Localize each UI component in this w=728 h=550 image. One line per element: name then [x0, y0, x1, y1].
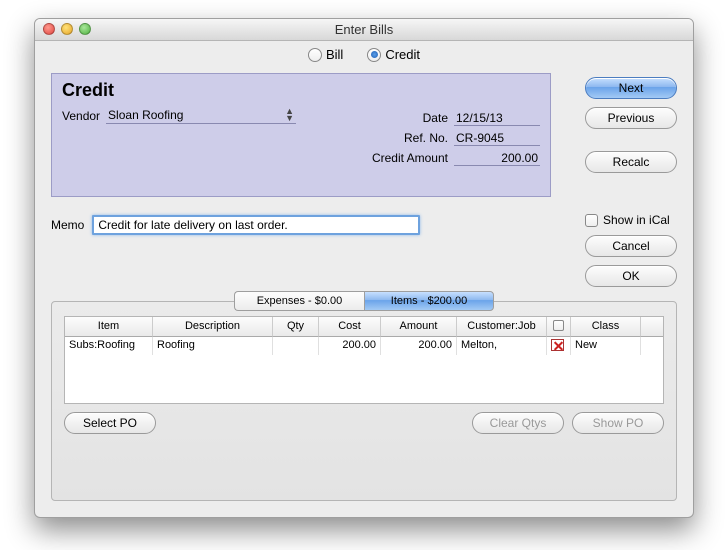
minimize-icon[interactable] [61, 23, 73, 35]
select-po-button[interactable]: Select PO [64, 412, 156, 434]
th-amount[interactable]: Amount [381, 317, 457, 337]
next-button[interactable]: Next [585, 77, 677, 99]
radio-on-icon [367, 48, 381, 62]
checkbox-icon [553, 320, 564, 331]
cell-billable[interactable] [547, 337, 571, 355]
bill-radio-label: Bill [326, 47, 343, 62]
memo-input[interactable] [92, 215, 420, 235]
checkbox-icon [585, 214, 598, 227]
show-in-ical-label: Show in iCal [603, 213, 670, 227]
memo-label: Memo [51, 218, 84, 232]
th-qty[interactable]: Qty [273, 317, 319, 337]
radio-off-icon [308, 48, 322, 62]
updown-arrows-icon: ▲▼ [285, 108, 294, 122]
cell-qty[interactable] [273, 337, 319, 355]
bill-radio[interactable]: Bill [308, 47, 343, 62]
th-cost[interactable]: Cost [319, 317, 381, 337]
vendor-select[interactable]: Sloan Roofing ▲▼ [106, 107, 296, 124]
th-customer[interactable]: Customer:Job [457, 317, 547, 337]
credit-panel-title: Credit [62, 80, 540, 101]
not-billable-icon [551, 339, 564, 351]
cell-customer[interactable]: Melton, [457, 337, 547, 355]
tab-bar: Expenses - $0.00 Items - $200.00 [234, 291, 494, 311]
th-item[interactable]: Item [65, 317, 153, 337]
titlebar: Enter Bills [35, 19, 693, 41]
date-field[interactable]: 12/15/13 [454, 111, 540, 126]
credit-radio-label: Credit [385, 47, 420, 62]
cell-class[interactable]: New [571, 337, 641, 355]
ok-button[interactable]: OK [585, 265, 677, 287]
tab-items[interactable]: Items - $200.00 [364, 291, 494, 311]
cell-description[interactable]: Roofing [153, 337, 273, 355]
cancel-button[interactable]: Cancel [585, 235, 677, 257]
close-icon[interactable] [43, 23, 55, 35]
table-row[interactable]: Subs:Roofing Roofing 200.00 200.00 Melto… [65, 337, 663, 355]
cell-amount[interactable]: 200.00 [381, 337, 457, 355]
bill-credit-toggle: Bill Credit [308, 47, 420, 62]
show-in-ical-checkbox[interactable]: Show in iCal [585, 213, 677, 227]
vendor-label: Vendor [62, 109, 100, 123]
refno-label: Ref. No. [358, 131, 448, 145]
tab-expenses[interactable]: Expenses - $0.00 [234, 291, 364, 311]
cell-item[interactable]: Subs:Roofing [65, 337, 153, 355]
credit-amount-label: Credit Amount [358, 151, 448, 165]
credit-radio[interactable]: Credit [367, 47, 420, 62]
date-label: Date [358, 111, 448, 125]
credit-amount-field[interactable]: 200.00 [454, 151, 540, 166]
th-class[interactable]: Class [571, 317, 641, 337]
items-table: Item Description Qty Cost Amount Custome… [64, 316, 664, 404]
window-controls [43, 23, 91, 35]
cell-spare [641, 337, 663, 355]
zoom-icon[interactable] [79, 23, 91, 35]
cell-cost[interactable]: 200.00 [319, 337, 381, 355]
th-spare [641, 317, 663, 337]
enter-bills-window: Enter Bills Bill Credit Next Previous Re… [34, 18, 694, 518]
recalc-button[interactable]: Recalc [585, 151, 677, 173]
th-description[interactable]: Description [153, 317, 273, 337]
window-title: Enter Bills [335, 22, 394, 37]
refno-field[interactable]: CR-9045 [454, 131, 540, 146]
previous-button[interactable]: Previous [585, 107, 677, 129]
table-header: Item Description Qty Cost Amount Custome… [65, 317, 663, 337]
vendor-value: Sloan Roofing [108, 108, 183, 122]
items-panel: Item Description Qty Cost Amount Custome… [51, 301, 677, 501]
clear-qtys-button[interactable]: Clear Qtys [472, 412, 564, 434]
show-po-button[interactable]: Show PO [572, 412, 664, 434]
credit-panel: Credit Vendor Sloan Roofing ▲▼ Date 12/1… [51, 73, 551, 197]
th-billable[interactable] [547, 317, 571, 337]
